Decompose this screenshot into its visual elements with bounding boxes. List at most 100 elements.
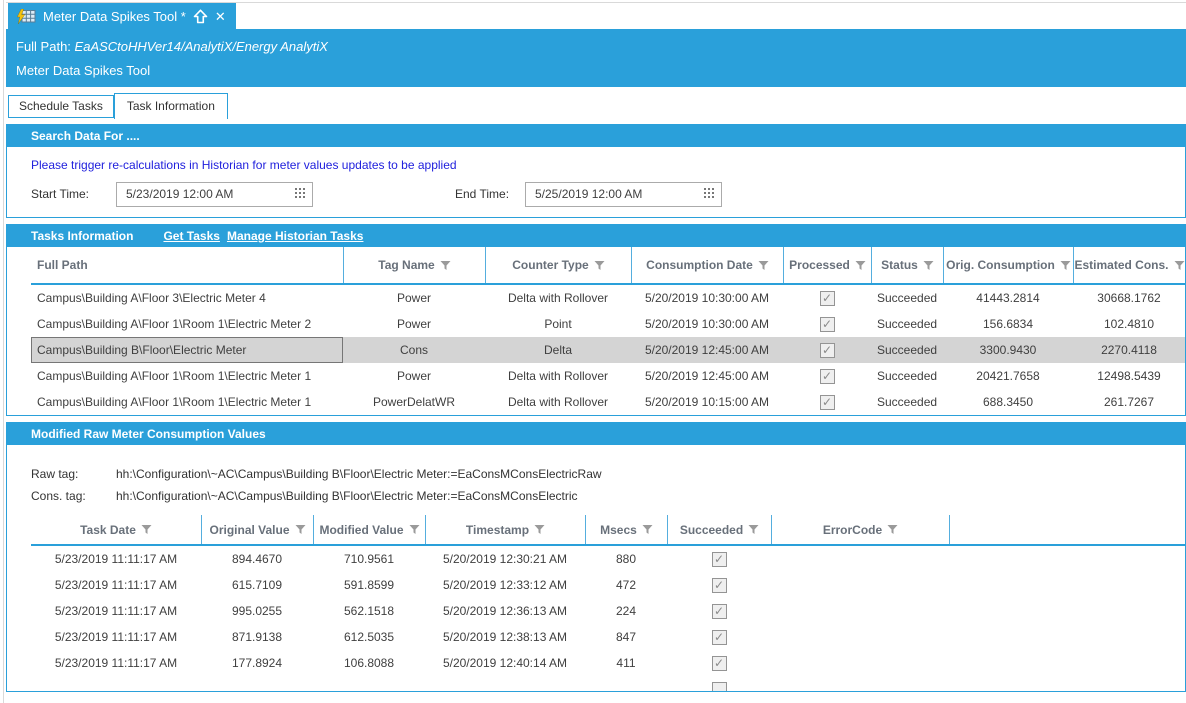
column-header-estimated-cons[interactable]: Estimated Cons. [1073, 247, 1185, 283]
table-row[interactable]: 5/23/2019 11:11:17 AM 177.8924 106.8088 … [31, 650, 1185, 676]
msecs-cell: 880 [585, 552, 667, 566]
column-header-counter-type[interactable]: Counter Type [485, 247, 631, 283]
estimated-cons-cell: 12498.5439 [1073, 369, 1185, 383]
modified-value-cell: 710.9561 [313, 552, 425, 566]
full-path-cell: Campus\Building A\Floor 1\Room 1\Electri… [31, 395, 343, 409]
filter-icon[interactable] [440, 260, 451, 271]
timestamp-cell: 5/20/2019 12:36:13 AM [425, 604, 585, 618]
status-cell: Succeeded [871, 369, 943, 383]
full-path-cell: Campus\Building A\Floor 3\Electric Meter… [31, 291, 343, 305]
consumption-date-cell: 5/20/2019 12:45:00 AM [631, 369, 783, 383]
table-row[interactable]: 5/23/2019 11:11:17 AM 894.4670 710.9561 … [31, 546, 1185, 572]
processed-checkbox[interactable] [820, 291, 835, 306]
original-value-cell: 177.8924 [201, 656, 313, 670]
table-row[interactable]: 5/23/2019 11:11:17 AM 995.0255 562.1518 … [31, 598, 1185, 624]
end-time-input[interactable]: 5/25/2019 12:00 AM [525, 182, 722, 207]
filter-icon[interactable] [923, 260, 934, 271]
full-path-cell: Campus\Building B\Floor\Electric Meter [31, 337, 343, 363]
tasks-information-section: Tasks Information Get Tasks Manage Histo… [6, 224, 1186, 416]
column-header-timestamp[interactable]: Timestamp [425, 515, 585, 544]
consumption-date-cell: 5/20/2019 10:30:00 AM [631, 291, 783, 305]
counter-type-cell: Point [485, 317, 631, 331]
processed-checkbox[interactable] [820, 343, 835, 358]
orig-consumption-cell: 156.6834 [943, 317, 1073, 331]
column-header-errorcode[interactable]: ErrorCode [771, 515, 949, 544]
end-time-value: 5/25/2019 12:00 AM [535, 187, 642, 201]
filter-icon[interactable] [594, 260, 605, 271]
get-tasks-link[interactable]: Get Tasks [163, 229, 219, 243]
start-time-value: 5/23/2019 12:00 AM [126, 187, 233, 201]
consumption-date-cell: 5/20/2019 10:30:00 AM [631, 317, 783, 331]
filter-icon[interactable] [141, 524, 152, 535]
tab-strip: Schedule Tasks Task Information [6, 90, 1186, 118]
column-header-consumption-date[interactable]: Consumption Date [631, 247, 783, 283]
undock-icon[interactable] [193, 9, 208, 24]
succeeded-checkbox[interactable] [712, 656, 727, 671]
cons-tag-label: Cons. tag: [31, 489, 116, 503]
full-path-cell: Campus\Building A\Floor 1\Room 1\Electri… [31, 369, 343, 383]
column-header-modified-value[interactable]: Modified Value [313, 515, 425, 544]
table-row[interactable]: 5/23/2019 11:11:17 AM 871.9138 612.5035 … [31, 624, 1185, 650]
close-icon[interactable]: ✕ [215, 10, 226, 23]
filter-icon[interactable] [642, 524, 653, 535]
modified-value-cell: 612.5035 [313, 630, 425, 644]
page-title: Meter Data Spikes Tool [16, 63, 1186, 78]
column-header-succeeded[interactable]: Succeeded [667, 515, 771, 544]
processed-checkbox[interactable] [820, 369, 835, 384]
column-header-processed[interactable]: Processed [783, 247, 871, 283]
filter-icon[interactable] [758, 260, 769, 271]
date-picker-icon[interactable] [704, 187, 714, 201]
column-header-msecs[interactable]: Msecs [585, 515, 667, 544]
tag-name-cell: Power [343, 369, 485, 383]
document-tab[interactable]: Meter Data Spikes Tool * ✕ [8, 3, 236, 29]
filter-icon[interactable] [748, 524, 759, 535]
table-row[interactable]: Campus\Building B\Floor\Electric Meter C… [31, 337, 1185, 363]
column-header-spacer [949, 515, 1185, 544]
tasks-table-body: Campus\Building A\Floor 3\Electric Meter… [31, 285, 1185, 415]
filter-icon[interactable] [855, 260, 866, 271]
table-row[interactable]: Campus\Building A\Floor 1\Room 1\Electri… [31, 363, 1185, 389]
filter-icon[interactable] [534, 524, 545, 535]
tab-task-information[interactable]: Task Information [114, 93, 228, 119]
table-row[interactable]: 5/23/2019 11:11:17 AM 615.7109 591.8599 … [31, 572, 1185, 598]
succeeded-cell [667, 629, 771, 644]
filter-icon[interactable] [1060, 260, 1071, 271]
meter-data-spikes-window: Meter Data Spikes Tool * ✕ Full Path: Ea… [0, 0, 1186, 703]
succeeded-checkbox[interactable] [712, 552, 727, 567]
succeeded-cell [667, 655, 771, 670]
filter-icon[interactable] [409, 524, 420, 535]
tab-schedule-tasks[interactable]: Schedule Tasks [8, 95, 114, 118]
filter-icon[interactable] [295, 524, 306, 535]
column-header-full-path[interactable]: Full Path [31, 247, 343, 283]
meter-tool-icon [16, 9, 36, 24]
succeeded-checkbox[interactable] [712, 630, 727, 645]
column-header-status[interactable]: Status [871, 247, 943, 283]
date-picker-icon[interactable] [295, 187, 305, 201]
start-time-input[interactable]: 5/23/2019 12:00 AM [116, 182, 313, 207]
original-value-cell: 894.4670 [201, 552, 313, 566]
filter-icon[interactable] [1174, 260, 1185, 271]
column-header-tag-name[interactable]: Tag Name [343, 247, 485, 283]
column-header-orig-consumption[interactable]: Orig. Consumption [943, 247, 1073, 283]
processed-cell [783, 394, 871, 409]
raw-tag-value: hh:\Configuration\~AC\Campus\Building B\… [116, 467, 1185, 481]
table-row[interactable]: Campus\Building A\Floor 3\Electric Meter… [31, 285, 1185, 311]
estimated-cons-cell: 102.4810 [1073, 317, 1185, 331]
table-row[interactable]: Campus\Building A\Floor 1\Room 1\Electri… [31, 311, 1185, 337]
processed-checkbox[interactable] [820, 395, 835, 410]
modified-values-title: Modified Raw Meter Consumption Values [7, 423, 1185, 445]
full-path-cell: Campus\Building A\Floor 1\Room 1\Electri… [31, 317, 343, 331]
column-header-task-date[interactable]: Task Date [31, 515, 201, 544]
tasks-information-title: Tasks Information [31, 229, 133, 243]
succeeded-checkbox[interactable] [712, 682, 727, 691]
column-header-original-value[interactable]: Original Value [201, 515, 313, 544]
table-row[interactable]: Campus\Building A\Floor 1\Room 1\Electri… [31, 389, 1185, 415]
tasks-table: Full Path Tag Name Counter Type Consumpt… [31, 247, 1185, 415]
processed-cell [783, 290, 871, 305]
counter-type-cell: Delta [485, 343, 631, 357]
processed-checkbox[interactable] [820, 317, 835, 332]
succeeded-checkbox[interactable] [712, 604, 727, 619]
succeeded-checkbox[interactable] [712, 578, 727, 593]
filter-icon[interactable] [887, 524, 898, 535]
manage-historian-tasks-link[interactable]: Manage Historian Tasks [227, 229, 364, 243]
